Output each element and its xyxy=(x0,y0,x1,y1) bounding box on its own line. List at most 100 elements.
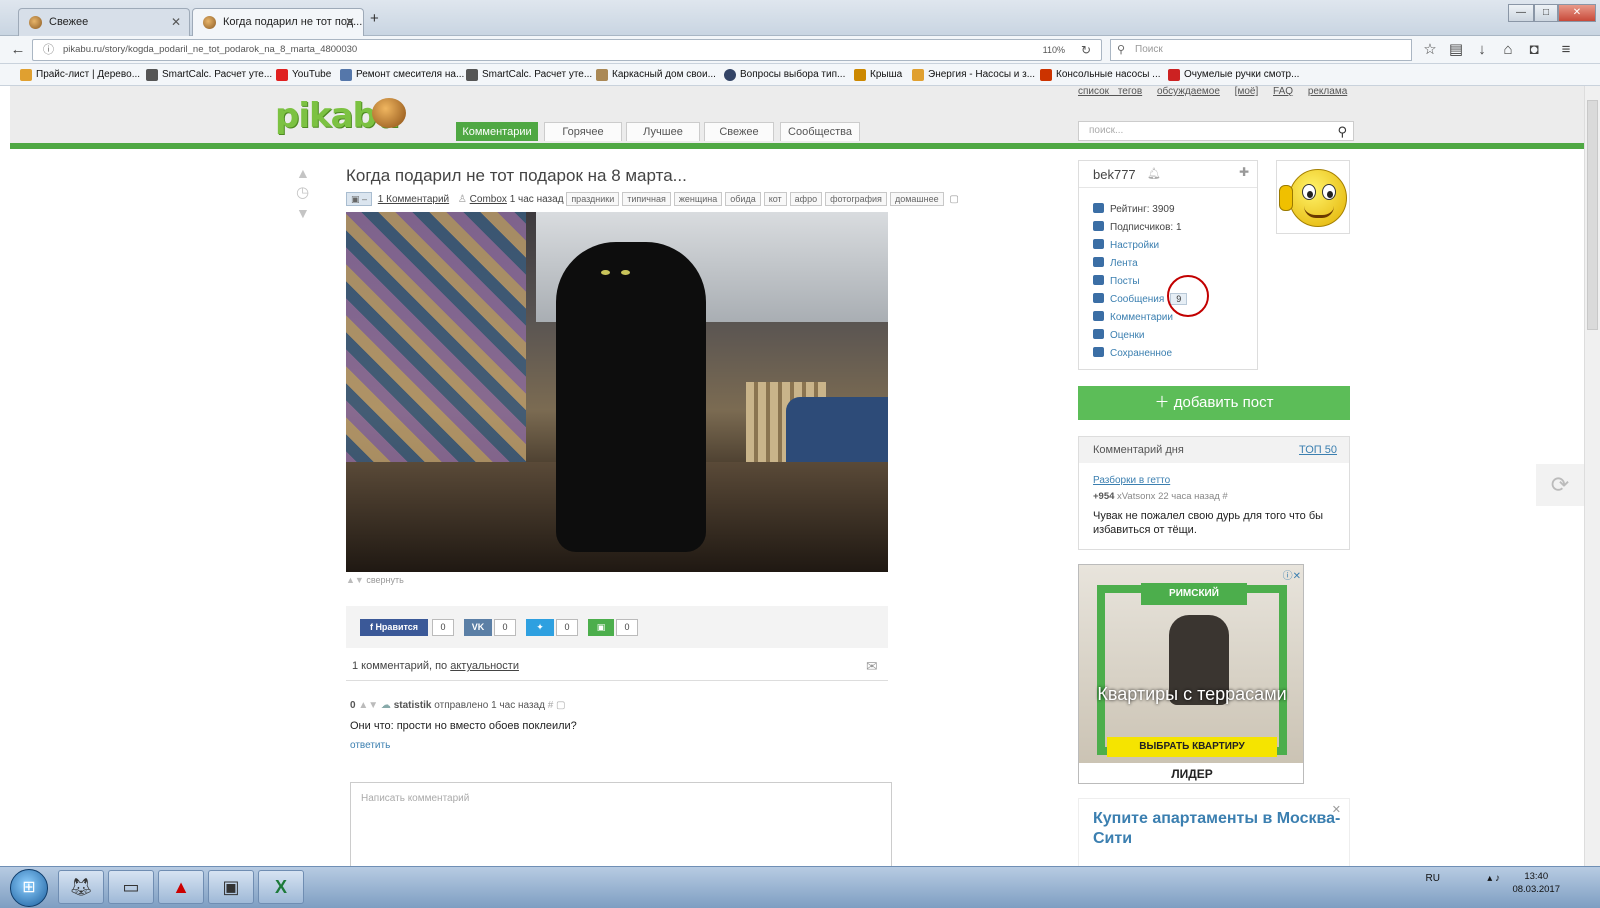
excel-taskbar-icon[interactable]: X xyxy=(258,870,304,904)
collapse-post[interactable]: ▲▼ свернуть xyxy=(346,575,404,585)
post-tag[interactable]: кот xyxy=(763,192,787,206)
download-icon[interactable]: ↓ xyxy=(1472,40,1492,60)
top-link[interactable]: [моё] xyxy=(1235,86,1259,97)
bell-icon[interactable]: 🔔︎ xyxy=(1147,167,1161,180)
close-tab-icon[interactable]: ✕ xyxy=(171,9,181,35)
browser-tab[interactable]: Свежее ✕ xyxy=(18,8,190,36)
top-link[interactable]: обсуждаемое xyxy=(1157,86,1220,97)
profile-username[interactable]: bek777 xyxy=(1093,167,1136,182)
start-button[interactable]: ⊞ xyxy=(10,869,48,907)
avatar[interactable] xyxy=(1276,160,1350,234)
comment-permalink-icon[interactable]: # ▢ xyxy=(548,700,566,711)
ad-text-block[interactable]: Купите апартаменты в Москва-Сити ✕ xyxy=(1078,798,1350,866)
address-bar[interactable]: ⓘ pikabu.ru/story/kogda_podaril_ne_tot_p… xyxy=(32,39,1102,61)
new-tab-button[interactable]: + xyxy=(370,10,379,27)
comment-vote-arrows-icon[interactable]: ▲▼ xyxy=(358,700,381,711)
bookmark-item[interactable]: Очумелые ручки смотр... xyxy=(1168,64,1299,86)
bookmark-item[interactable]: Консольные насосы ... xyxy=(1040,64,1161,86)
tab-hot[interactable]: Горячее xyxy=(544,122,622,141)
profile-ratings-link[interactable]: Оценки xyxy=(1093,329,1144,341)
reading-list-icon[interactable]: ▤ xyxy=(1446,40,1466,60)
bookmark-item[interactable]: YouTube xyxy=(276,64,331,86)
profile-comments-link[interactable]: Комментарии xyxy=(1093,311,1173,323)
comment-author[interactable]: statistik xyxy=(394,700,432,711)
maximize-button[interactable]: □ xyxy=(1534,4,1558,22)
browser-search-input[interactable]: ⚲ Поиск xyxy=(1110,39,1412,61)
search-icon[interactable]: ⚲ xyxy=(1337,123,1347,141)
refresh-icon[interactable]: ⟳ xyxy=(1536,464,1584,506)
ad-cta-button[interactable]: ВЫБРАТЬ КВАРТИРУ xyxy=(1107,737,1277,757)
post-tag[interactable]: обида xyxy=(725,192,761,206)
comments-link[interactable]: 1 Комментарий xyxy=(378,194,449,205)
vk-icon[interactable]: VK xyxy=(464,619,492,636)
bookmark-item[interactable]: SmartCalc. Расчет уте... xyxy=(146,64,272,86)
post-tag[interactable]: афро xyxy=(789,192,823,206)
profile-feed-link[interactable]: Лента xyxy=(1093,257,1138,269)
browser-tab-active[interactable]: Когда подарил не тот под... ✕ xyxy=(192,8,364,37)
save-post-icon[interactable]: ▢ xyxy=(949,194,958,205)
scrollbar-thumb[interactable] xyxy=(1587,100,1598,330)
save-icon[interactable]: ▣ xyxy=(588,619,614,636)
back-arrow-icon[interactable]: ← xyxy=(8,40,28,60)
post-tag[interactable]: праздники xyxy=(566,192,620,206)
top-link[interactable]: FAQ xyxy=(1273,86,1293,97)
bookmark-item[interactable]: Энергия - Насосы и з... xyxy=(912,64,1035,86)
tab-best[interactable]: Лучшее xyxy=(626,122,700,141)
bookmark-item[interactable]: Прайс-лист | Деревo... xyxy=(20,64,140,86)
close-window-button[interactable]: ✕ xyxy=(1558,4,1596,22)
bookmark-star-icon[interactable]: ☆ xyxy=(1420,40,1440,60)
reply-link[interactable]: ответить xyxy=(350,740,390,751)
twitter-icon[interactable]: ✦ xyxy=(526,619,554,636)
post-tag[interactable]: типичная xyxy=(622,192,671,206)
home-icon[interactable]: ⌂ xyxy=(1498,40,1518,60)
bookmark-item[interactable]: Ремонт смесителя на... xyxy=(340,64,464,86)
sort-link[interactable]: актуальности xyxy=(450,660,519,672)
image-viewer-taskbar-icon[interactable]: ▣ xyxy=(208,870,254,904)
menu-icon[interactable]: ≡ xyxy=(1556,40,1576,60)
post-tag[interactable]: фотография xyxy=(825,192,887,206)
language-indicator[interactable]: RU xyxy=(1426,873,1440,884)
bookmark-item[interactable]: SmartCalc. Расчет уте... xyxy=(466,64,592,86)
autocad-taskbar-icon[interactable]: ▲ xyxy=(158,870,204,904)
top-link[interactable]: реклама xyxy=(1308,86,1347,97)
bookmark-item[interactable]: Крыша xyxy=(854,64,902,86)
downvote-arrow-icon[interactable]: ▼ xyxy=(296,206,310,220)
profile-settings-link[interactable]: Настройки xyxy=(1093,239,1159,251)
tab-fresh[interactable]: Свежее xyxy=(704,122,774,141)
post-tag[interactable]: домашнее xyxy=(889,192,944,206)
reload-icon[interactable]: ↻ xyxy=(1081,40,1091,60)
profile-posts-link[interactable]: Посты xyxy=(1093,275,1140,287)
explorer-taskbar-icon[interactable]: ▭ xyxy=(108,870,154,904)
zoom-level[interactable]: 110% xyxy=(1043,40,1065,60)
subscribe-comments-icon[interactable]: ✉ xyxy=(866,658,878,675)
post-image[interactable] xyxy=(346,212,888,572)
firefox-taskbar-icon[interactable]: 🦊︎ xyxy=(58,870,104,904)
close-tab-icon[interactable]: ✕ xyxy=(345,9,355,35)
add-post-button[interactable]: ＋ добавить пост xyxy=(1078,386,1350,420)
system-clock[interactable]: 13:40 08.03.2017 xyxy=(1512,870,1560,896)
cod-author[interactable]: xVatsonx xyxy=(1117,491,1155,502)
clock-icon[interactable]: ◷ xyxy=(296,185,309,200)
facebook-like-button[interactable]: f Нравится xyxy=(360,619,428,636)
top-link[interactable]: список тегов xyxy=(1078,86,1142,97)
close-icon[interactable]: ✕ xyxy=(1332,803,1341,816)
volume-icon[interactable]: ▴ ♪ xyxy=(1487,873,1500,884)
pocket-icon[interactable]: ◘ xyxy=(1524,40,1544,60)
bookmark-item[interactable]: Каркасный дом свои... xyxy=(596,64,716,86)
cod-post-link[interactable]: Разборки в гетто xyxy=(1093,475,1170,486)
ad-banner[interactable]: РИМСКИЙ Квартиры с террасами ВЫБРАТЬ КВА… xyxy=(1078,564,1304,784)
post-tag[interactable]: женщина xyxy=(673,192,723,206)
pin-icon[interactable]: ✚ xyxy=(1239,165,1249,179)
tab-communities[interactable]: Сообщества xyxy=(780,122,860,141)
tab-comments[interactable]: Комментарии xyxy=(456,122,538,141)
page-scrollbar[interactable] xyxy=(1584,86,1600,866)
profile-saved-link[interactable]: Сохраненное xyxy=(1093,347,1172,359)
cod-permalink-icon[interactable]: # xyxy=(1222,491,1227,502)
info-icon[interactable]: ⓘ xyxy=(43,40,54,60)
comment-input[interactable]: Написать комментарий xyxy=(350,782,892,866)
top50-link[interactable]: ТОП 50 xyxy=(1299,437,1337,463)
minimize-button[interactable]: — xyxy=(1508,4,1534,22)
ad-close-icon[interactable]: ⓘ✕ xyxy=(1283,567,1301,582)
bookmark-item[interactable]: Вопросы выбора тип... xyxy=(724,64,845,86)
post-author[interactable]: Combox xyxy=(470,194,507,205)
